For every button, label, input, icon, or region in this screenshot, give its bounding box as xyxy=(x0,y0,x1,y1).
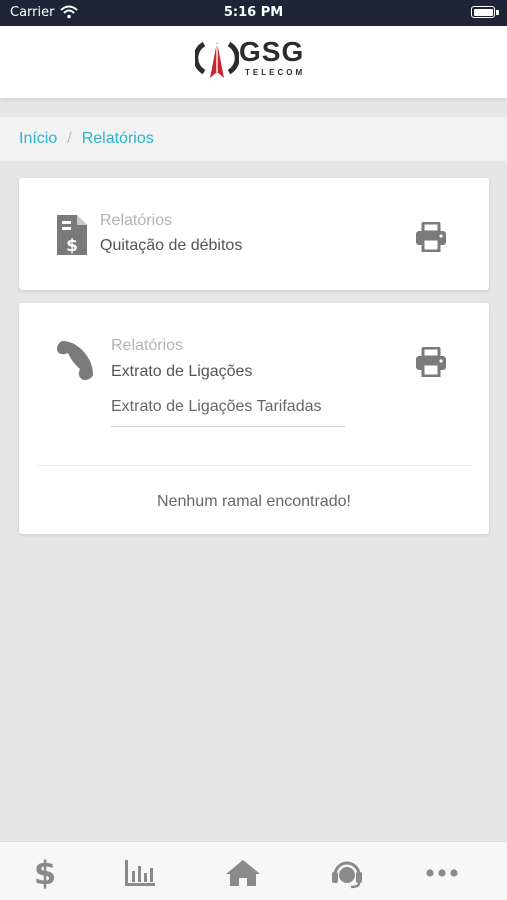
report-type-select[interactable]: Extrato de Ligações Tarifadas xyxy=(111,391,345,427)
tab-relatorios[interactable] xyxy=(120,856,160,890)
invoice-dollar-icon: $ xyxy=(55,213,89,262)
status-bar: Carrier 5:16 PM xyxy=(0,0,507,26)
battery-tip xyxy=(496,10,499,15)
svg-text:$: $ xyxy=(66,236,78,256)
card-title: Quitação de débitos xyxy=(100,237,243,254)
bottom-tab-bar: $ xyxy=(0,841,507,900)
phone-icon xyxy=(55,339,99,388)
tab-mais[interactable] xyxy=(422,856,462,890)
dollar-icon: $ xyxy=(33,854,57,892)
print-icon[interactable] xyxy=(415,346,447,382)
report-card-extrato: Relatórios Extrato de Ligações Extrato d… xyxy=(19,303,489,534)
report-card-quitacao: $ Relatórios Quitação de débitos xyxy=(19,178,489,290)
print-icon[interactable] xyxy=(415,221,447,257)
gsg-telecom-logo: GSG TELECOM xyxy=(195,36,315,82)
more-icon xyxy=(426,869,458,877)
breadcrumb-separator: / xyxy=(67,130,72,147)
tab-inicio[interactable] xyxy=(223,856,263,890)
logo-brand-text: GSG xyxy=(239,36,305,67)
breadcrumb: Início / Relatórios xyxy=(0,117,507,161)
card-divider xyxy=(37,465,471,466)
app-header: GSG TELECOM xyxy=(0,26,507,98)
headset-icon xyxy=(332,861,362,889)
bar-chart-icon xyxy=(125,860,155,886)
tab-financeiro[interactable]: $ xyxy=(25,856,65,890)
status-time: 5:16 PM xyxy=(223,5,284,20)
card-kicker: Relatórios xyxy=(100,212,173,229)
battery-icon xyxy=(471,6,495,18)
home-icon xyxy=(226,860,260,886)
empty-state-message: Nenhum ramal encontrado! xyxy=(157,493,351,510)
logo-emblem-icon xyxy=(195,41,239,78)
breadcrumb-relatorios[interactable]: Relatórios xyxy=(82,130,154,147)
card-kicker: Relatórios xyxy=(111,337,184,354)
card-title: Extrato de Ligações xyxy=(111,363,253,380)
breadcrumb-inicio[interactable]: Início xyxy=(19,130,57,147)
tab-suporte[interactable] xyxy=(327,856,367,890)
logo-subtitle-text: TELECOM xyxy=(245,68,306,77)
